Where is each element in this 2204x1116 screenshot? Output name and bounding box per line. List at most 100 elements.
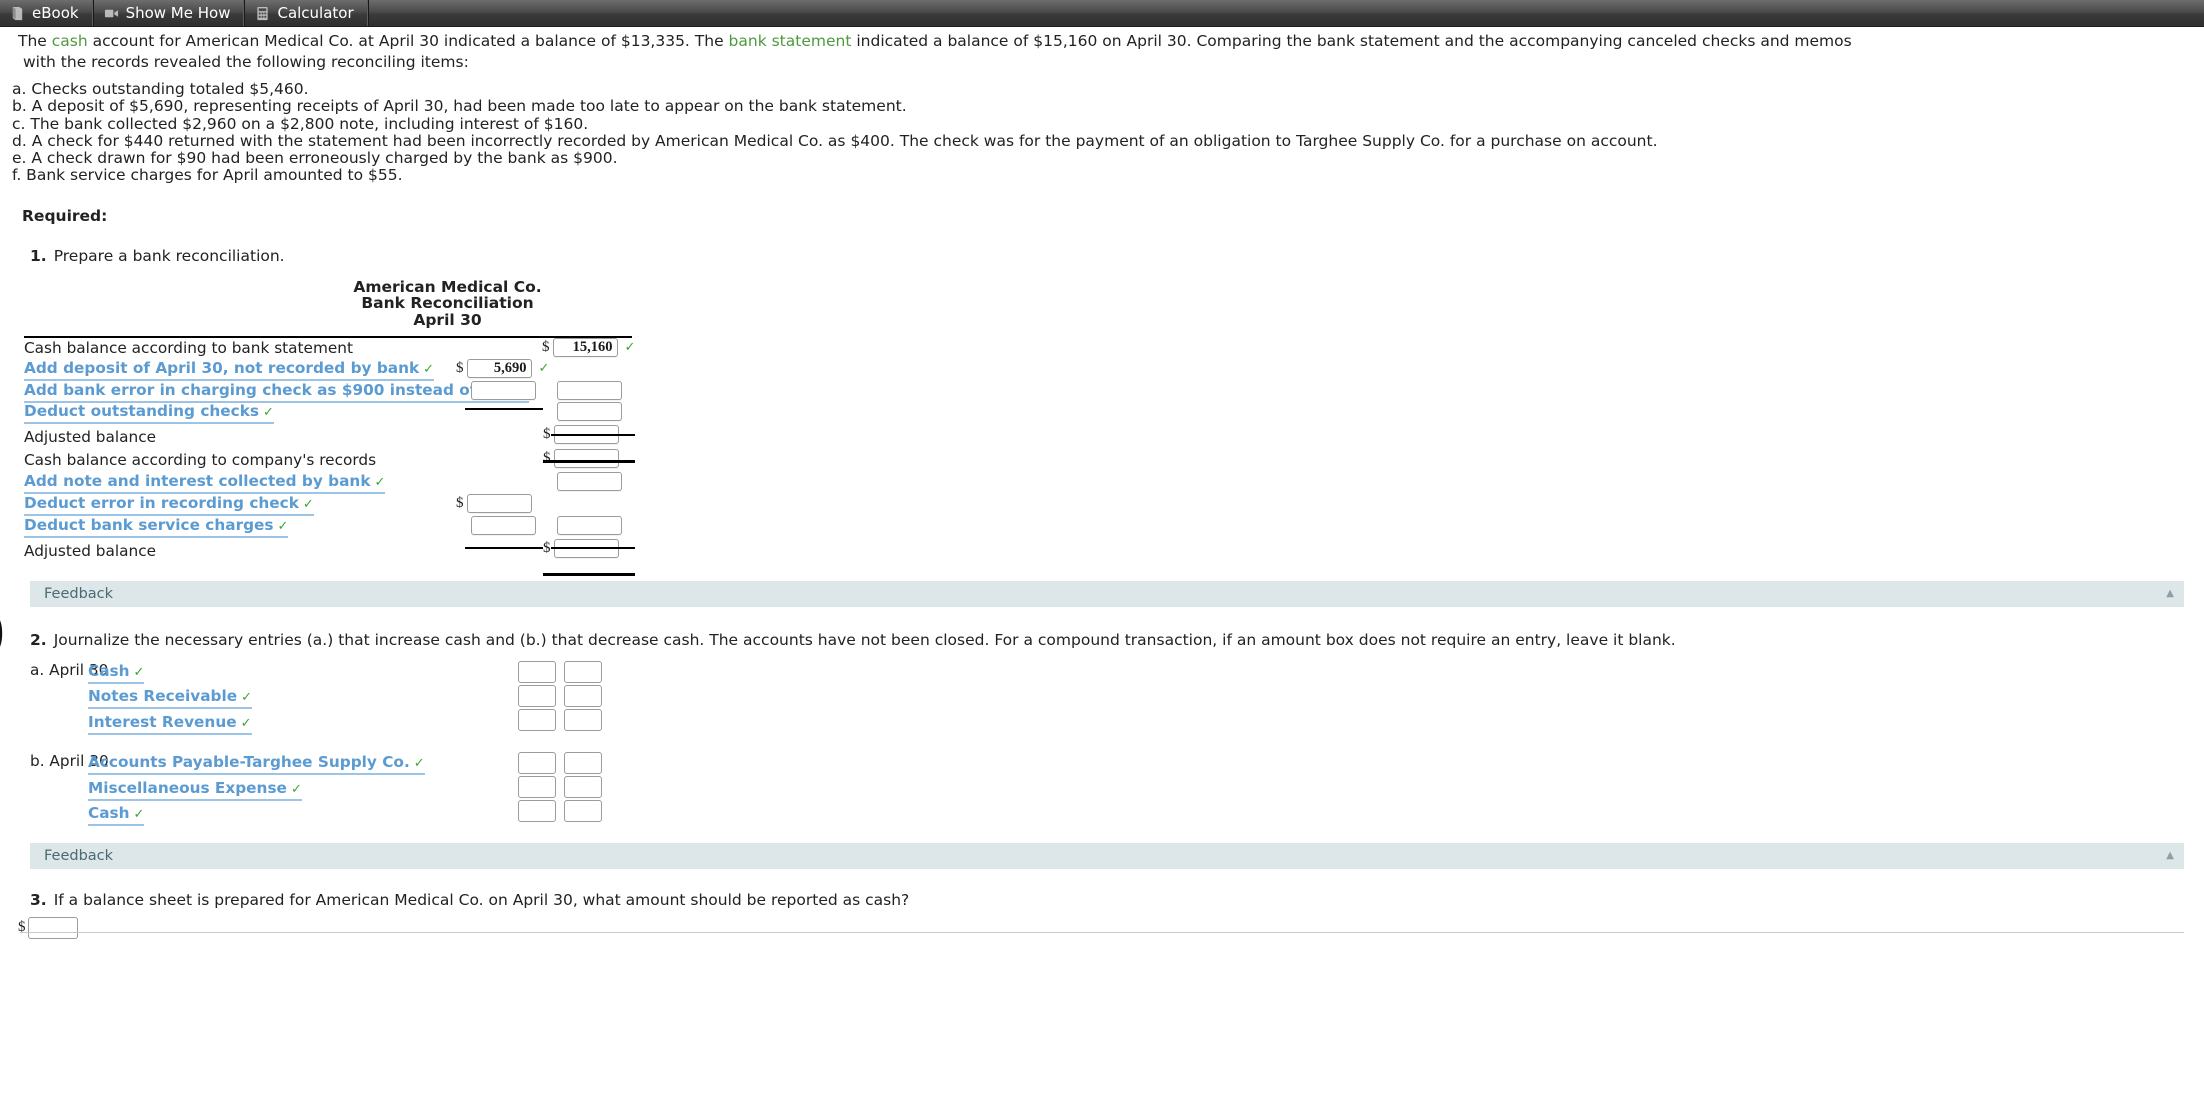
account-label: Notes Receivable xyxy=(88,687,238,706)
collapse-caret-icon[interactable]: ▲ xyxy=(2166,850,2174,861)
account-selector-service-charges[interactable]: Deduct bank service charges ✓ xyxy=(24,516,289,538)
bank-balance-cell: $ ✓ xyxy=(542,337,635,357)
debit-column xyxy=(518,752,556,824)
account-selector-interest-revenue[interactable]: Interest Revenue ✓ xyxy=(88,713,252,735)
check-mark-icon: ✓ xyxy=(538,361,550,377)
account-selector-cash[interactable]: Cash ✓ xyxy=(88,661,145,684)
outstanding-checks-input[interactable] xyxy=(557,402,622,422)
debit-input[interactable] xyxy=(518,800,556,823)
ebook-button[interactable]: eBook xyxy=(0,0,94,26)
question-1: 1. Prepare a bank reconciliation. xyxy=(30,247,2204,265)
account-label: Cash xyxy=(88,804,130,823)
account-label: Cash xyxy=(88,661,130,680)
question-3-input[interactable] xyxy=(27,916,78,939)
row-label: Add deposit of April 30, not recorded by… xyxy=(24,359,420,378)
account-label: Interest Revenue xyxy=(88,712,237,731)
bank-reconciliation-statement: ) American Medical Co. Bank Reconciliati… xyxy=(0,279,900,660)
debit-input[interactable] xyxy=(518,660,556,683)
show-me-how-button[interactable]: Show Me How xyxy=(94,0,246,26)
intro-text-2: account for American Medical Co. at Apri… xyxy=(87,32,729,50)
feedback-bar-2[interactable]: Feedback ▲ xyxy=(30,842,2184,869)
entry-accounts: Accounts Payable-Targhee Supply Co. ✓ Mis… xyxy=(88,752,518,829)
list-item: a. Checks outstanding totaled $5,460. xyxy=(12,80,309,98)
book-icon xyxy=(12,6,23,20)
account-selector-bank-error[interactable]: Add bank error in charging check as $900… xyxy=(24,381,529,403)
debit-input[interactable] xyxy=(518,708,556,731)
account-selector-add-deposit[interactable]: Add deposit of April 30, not recorded by… xyxy=(24,359,435,382)
top-toolbar: eBook Show Me How Calculator xyxy=(0,0,2204,27)
page-divider xyxy=(20,931,2184,933)
dollar-sign: $ xyxy=(543,426,551,443)
account-selector-outstanding-checks[interactable]: Deduct outstanding checks ✓ xyxy=(24,402,274,425)
list-item: f. Bank service charges for April amount… xyxy=(12,166,403,185)
required-label: Required: xyxy=(22,206,108,225)
check-mark-icon: ✓ xyxy=(263,405,274,421)
debit-input[interactable] xyxy=(518,776,556,799)
service-charges-right-input[interactable] xyxy=(557,515,622,535)
debit-input[interactable] xyxy=(518,684,556,707)
subtotal-rule xyxy=(551,546,635,549)
account-selector-notes-receivable[interactable]: Notes Receivable ✓ xyxy=(88,687,253,710)
bank-error-input[interactable] xyxy=(471,380,536,400)
calculator-button[interactable]: Calculator xyxy=(245,0,369,26)
account-selector-cash-credit[interactable]: Cash ✓ xyxy=(88,804,145,827)
question-2: 2. Journalize the necessary entries (a.) … xyxy=(30,631,2204,649)
credit-input[interactable] xyxy=(564,752,602,775)
video-icon xyxy=(104,9,118,17)
check-mark-icon: ✓ xyxy=(374,475,386,491)
ebook-label: eBook xyxy=(32,4,79,22)
account-label: Accounts Payable-Targhee Supply Co. xyxy=(88,753,410,772)
subtotal-rule xyxy=(551,433,635,436)
account-selector-miscellaneous-expense[interactable]: Miscellaneous Expense ✓ xyxy=(88,779,302,801)
note-interest-input[interactable] xyxy=(557,472,622,492)
journal-entries: a. April 30 Cash ✓ Notes Receivable ✓ Inte… xyxy=(0,660,2204,829)
check-mark-icon: ✓ xyxy=(302,496,314,512)
table-row: Cash balance according to company's reco… xyxy=(24,449,632,472)
debit-column xyxy=(518,660,556,733)
credit-input[interactable] xyxy=(564,684,602,707)
table-row: Add bank error in charging check as $900… xyxy=(24,380,632,403)
credit-input[interactable] xyxy=(564,800,602,823)
bank-error-amount-cell xyxy=(471,380,536,400)
subtotal-rule xyxy=(465,407,543,410)
collapse-caret-icon[interactable]: ▲ xyxy=(2166,588,2174,599)
cash-link[interactable]: cash xyxy=(52,32,88,50)
statement-company: American Medical Co. xyxy=(353,277,542,296)
row-label: Deduct outstanding checks xyxy=(24,402,259,421)
recording-error-input[interactable] xyxy=(466,493,532,513)
bank-statement-link[interactable]: bank statement xyxy=(729,32,852,50)
account-selector-accounts-payable[interactable]: Accounts Payable-Targhee Supply Co. ✓ xyxy=(88,753,425,776)
account-selector-recording-error[interactable]: Deduct error in recording check ✓ xyxy=(24,494,314,516)
bank-error-right-input[interactable] xyxy=(557,380,622,400)
table-row: Add deposit of April 30, not recorded by… xyxy=(24,359,632,382)
statement-heading: American Medical Co. Bank Reconciliation… xyxy=(0,279,880,329)
check-mark-icon: ✓ xyxy=(277,518,289,534)
debit-input[interactable] xyxy=(518,752,556,775)
check-mark-icon: ✓ xyxy=(413,756,425,772)
list-item: e. A check drawn for $90 had been errone… xyxy=(12,149,618,168)
table-row: Adjusted balance $ xyxy=(24,425,632,450)
table-row: Deduct bank service charges ✓ xyxy=(24,515,632,541)
dollar-sign: $ xyxy=(543,539,551,556)
service-charges-mid-cell xyxy=(471,515,536,535)
bank-balance-input[interactable] xyxy=(552,337,618,357)
question-2-text: Journalize the necessary entries (a.) th… xyxy=(53,630,1676,649)
credit-input[interactable] xyxy=(564,776,602,799)
account-selector-note-interest[interactable]: Add note and interest collected by bank ✓ xyxy=(24,472,386,495)
service-charges-mid-input[interactable] xyxy=(471,515,536,535)
question-3: 3. If a balance sheet is prepared for Ame… xyxy=(30,891,2204,909)
calculator-icon xyxy=(257,6,269,20)
toolbar-filler xyxy=(369,0,2204,26)
add-deposit-input[interactable] xyxy=(466,359,532,379)
question-2-number: 2. xyxy=(30,630,47,649)
table-row: Adjusted balance $ xyxy=(24,538,632,567)
entry-date: b. April 30 xyxy=(30,752,109,771)
feedback-bar-1[interactable]: Feedback ▲ xyxy=(30,580,2184,607)
reconciling-items-list: a. Checks outstanding totaled $5,460. b.… xyxy=(0,80,2204,185)
credit-input[interactable] xyxy=(564,660,602,683)
dollar-sign: $ xyxy=(542,338,550,355)
question-1-text: Prepare a bank reconciliation. xyxy=(53,246,285,265)
credit-input[interactable] xyxy=(564,708,602,731)
outstanding-checks-cell xyxy=(557,402,622,422)
row-label: Add bank error in charging check as $900… xyxy=(24,380,514,399)
